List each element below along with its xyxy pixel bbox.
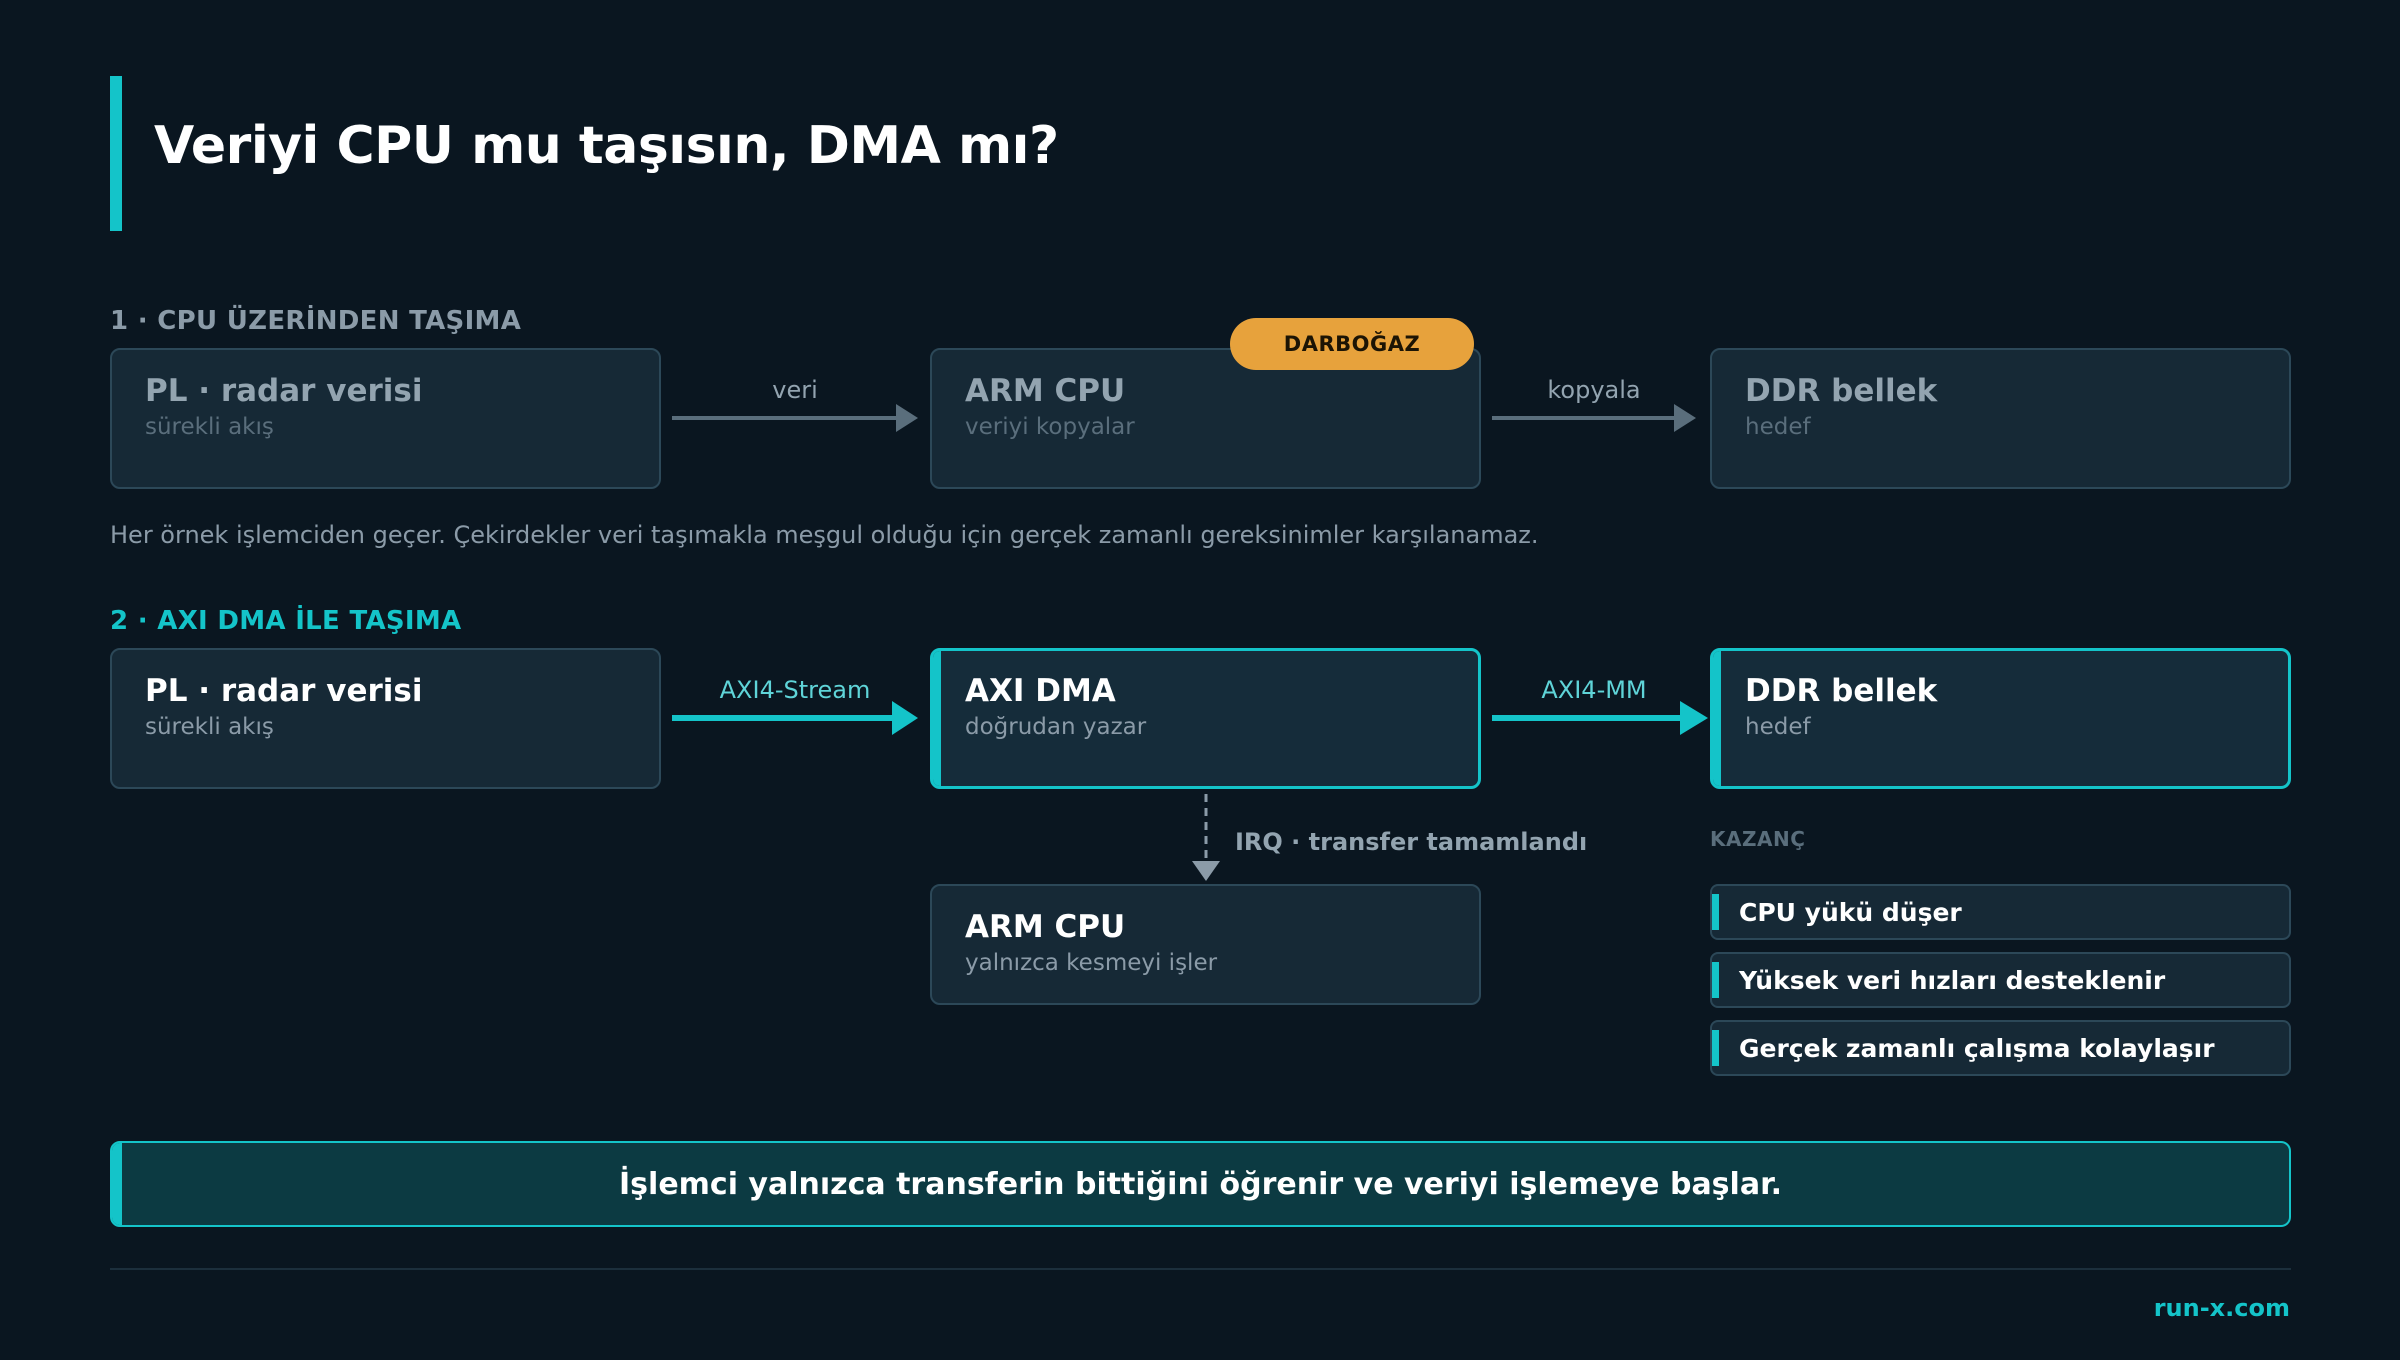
arrow-irq-head bbox=[1192, 861, 1220, 881]
s2-pl-title: PL · radar verisi bbox=[145, 673, 423, 709]
arrow-axi4-mm-head bbox=[1680, 701, 1708, 735]
irq-label: IRQ · transfer tamamlandı bbox=[1235, 828, 1588, 856]
s1-cpu-title: ARM CPU bbox=[965, 373, 1126, 409]
s2-axi-dma-subtitle: doğrudan yazar bbox=[965, 714, 1147, 740]
s1-pl-box: PL · radar verisi sürekli akış bbox=[110, 348, 661, 489]
s1-pl-subtitle: sürekli akış bbox=[145, 414, 274, 440]
s2-arrow-label-axi4-stream: AXI4-Stream bbox=[719, 676, 871, 704]
s1-arrow-label-kopyala: kopyala bbox=[1547, 376, 1641, 404]
s1-ddr-box: DDR bellek hedef bbox=[1710, 348, 2291, 489]
s2-cpu-title: ARM CPU bbox=[965, 909, 1126, 945]
arrow-kopyala-head bbox=[1674, 404, 1696, 432]
footer-brand: run-x.com bbox=[2153, 1294, 2290, 1322]
arrow-axi4-stream-head bbox=[892, 701, 918, 735]
gain-item-text: CPU yükü düşer bbox=[1739, 897, 1962, 927]
gain-item-text: Gerçek zamanlı çalışma kolaylaşır bbox=[1739, 1033, 2215, 1063]
gain-item: Yüksek veri hızları desteklenir bbox=[1710, 952, 2291, 1008]
s2-axi-dma-box: AXI DMA doğrudan yazar bbox=[930, 648, 1481, 789]
s1-pl-title: PL · radar verisi bbox=[145, 373, 423, 409]
section-1-label: 1 · CPU ÜZERİNDEN TAŞIMA bbox=[110, 306, 522, 336]
summary-banner-text: İşlemci yalnızca transferin bittiğini öğ… bbox=[619, 1166, 1782, 1202]
s2-ddr-subtitle: hedef bbox=[1745, 714, 1811, 740]
summary-banner: İşlemci yalnızca transferin bittiğini öğ… bbox=[110, 1141, 2291, 1227]
s1-cpu-subtitle: veriyi kopyalar bbox=[965, 414, 1135, 440]
gain-item: CPU yükü düşer bbox=[1710, 884, 2291, 940]
section-1-note: Her örnek işlemciden geçer. Çekirdekler … bbox=[110, 521, 1539, 549]
s1-ddr-title: DDR bellek bbox=[1745, 373, 1938, 409]
s1-arrow-label-veri: veri bbox=[772, 376, 818, 404]
s2-ddr-title: DDR bellek bbox=[1745, 673, 1938, 709]
s2-ddr-box: DDR bellek hedef bbox=[1710, 648, 2291, 789]
gain-item: Gerçek zamanlı çalışma kolaylaşır bbox=[1710, 1020, 2291, 1076]
s2-axi-dma-title: AXI DMA bbox=[965, 673, 1116, 709]
s1-ddr-subtitle: hedef bbox=[1745, 414, 1811, 440]
s2-ddr-accent bbox=[1713, 651, 1721, 786]
s2-pl-box: PL · radar verisi sürekli akış bbox=[110, 648, 661, 789]
gain-item-bar bbox=[1712, 962, 1719, 998]
footer-divider bbox=[110, 1268, 2291, 1270]
s2-cpu-box: ARM CPU yalnızca kesmeyi işler bbox=[930, 884, 1481, 1005]
s2-arrow-label-axi4-mm: AXI4-MM bbox=[1541, 676, 1647, 704]
bottleneck-badge: DARBOĞAZ bbox=[1230, 318, 1474, 370]
gains-label: KAZANÇ bbox=[1710, 827, 1806, 851]
gain-item-text: Yüksek veri hızları desteklenir bbox=[1739, 965, 2166, 995]
section-2-label: 2 · AXI DMA İLE TAŞIMA bbox=[110, 606, 462, 636]
arrow-veri-head bbox=[896, 404, 918, 432]
s2-pl-subtitle: sürekli akış bbox=[145, 714, 274, 740]
gain-item-bar bbox=[1712, 1030, 1719, 1066]
gain-item-bar bbox=[1712, 894, 1719, 930]
s2-axi-dma-accent bbox=[933, 651, 941, 786]
s2-cpu-subtitle: yalnızca kesmeyi işler bbox=[965, 950, 1218, 976]
